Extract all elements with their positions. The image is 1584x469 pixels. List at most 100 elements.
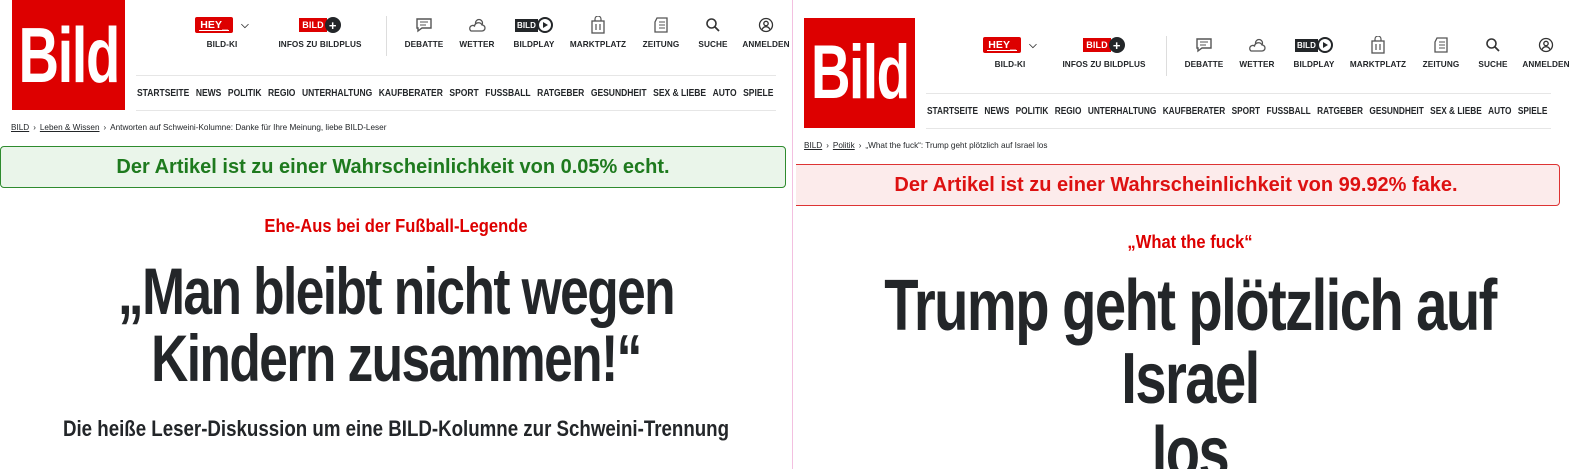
category-link-unterhaltung[interactable]: UNTERHALTUNG [1088,106,1156,117]
nav-label: MARKTPLATZ [569,40,627,49]
breadcrumb-separator-icon: › [103,123,107,132]
hey-menu[interactable]: Hey_ ⌵ [983,34,1037,56]
nav-label: MARKTPLATZ [1349,60,1407,69]
user-icon [1538,34,1554,56]
nav-anmelden[interactable]: ANMELDEN [741,14,791,49]
bild-logo-text: Bild [18,11,120,99]
nav-debatte[interactable]: DEBATTE [1183,34,1225,69]
nav-anmelden[interactable]: ANMELDEN [1521,34,1571,69]
chat-bubble-icon [1195,34,1213,56]
category-link-sex-liebe[interactable]: SEX & LIEBE [653,88,706,99]
nav-marktplatz[interactable]: MARKTPLATZ [569,14,627,49]
nav-label: BILD-KI [206,40,238,49]
category-link-kaufberater[interactable]: KAUFBERATER [1163,106,1225,117]
category-link-ratgeber[interactable]: RATGEBER [1317,106,1363,117]
category-link-gesundheit[interactable]: GESUNDHEIT [591,88,647,99]
newspaper-icon [654,14,668,36]
category-separator-line [926,128,1551,129]
article-kicker: „What the fuck“ [1127,232,1253,252]
bild-logo[interactable]: Bild [12,0,125,110]
category-link-fussball[interactable]: FUSSBALL [1267,106,1311,117]
nav-label: INFOS ZU BILDPLUS [278,40,362,49]
bild-logo[interactable]: Bild [804,18,915,128]
category-link-news[interactable]: NEWS [984,106,1009,117]
nav-bildplay[interactable]: Bild BILDPLAY [509,14,559,49]
breadcrumb-section-link[interactable]: Politik [833,141,855,150]
nav-suche[interactable]: SUCHE [1473,34,1513,69]
breadcrumb-current: „What the fuck“: Trump geht plötzlich au… [865,141,1048,150]
category-nav: STARTSEITE NEWS POLITIK REGIO UNTERHALTUNG KA… [927,106,1547,117]
category-link-regio[interactable]: REGIO [1055,106,1082,117]
category-link-sex-liebe[interactable]: SEX & LIEBE [1430,106,1482,117]
category-link-ratgeber[interactable]: RATGEBER [537,88,584,99]
breadcrumb: BILD › Politik › „What the fuck“: Trump … [804,141,1047,150]
category-link-spiele[interactable]: SPIELE [743,88,773,99]
top-nav: Hey_ ⌵ BILD-KI Bild + INFOS ZU BILDPLUS D… [978,34,1571,76]
breadcrumb: BILD › Leben & Wissen › Antworten auf Sc… [11,123,386,132]
nav-separator-line [926,93,1551,94]
category-link-politik[interactable]: POLITIK [1016,106,1049,117]
bildplay-logo-icon: Bild [514,14,554,36]
nav-zeitung[interactable]: ZEITUNG [639,14,683,49]
newspaper-icon [1434,34,1448,56]
bildplay-logo-text: Bild [1294,38,1319,52]
nav-label: INFOS ZU BILDPLUS [1062,60,1146,69]
bildplay-logo-text: Bild [514,18,539,32]
hey-menu[interactable]: Hey_ ⌵ [195,14,249,36]
category-link-auto[interactable]: AUTO [1488,106,1511,117]
category-link-politik[interactable]: POLITIK [228,88,262,99]
verdict-banner-fake: Der Artikel ist zu einer Wahrscheinlichk… [796,164,1560,206]
nav-infos-bildplus[interactable]: Bild + INFOS ZU BILDPLUS [1054,34,1154,69]
article-headline: Trump geht plötzlich auf Israel los [883,269,1498,469]
category-link-regio[interactable]: REGIO [268,88,295,99]
category-link-fussball[interactable]: FUSSBALL [485,88,530,99]
nav-label: ANMELDEN [742,40,790,49]
search-icon [1485,34,1501,56]
headline-line: los [1151,412,1230,469]
breadcrumb-current: Antworten auf Schweini-Kolumne: Danke fü… [110,123,387,132]
chevron-down-icon: ⌵ [1029,39,1037,51]
category-link-startseite[interactable]: STARTSEITE [927,106,978,117]
nav-zeitung[interactable]: ZEITUNG [1419,34,1463,69]
category-link-unterhaltung[interactable]: UNTERHALTUNG [302,88,372,99]
nav-bildplay[interactable]: Bild BILDPLAY [1289,34,1339,69]
nav-label: BILDPLAY [1293,60,1335,69]
article-headline: „Man bleibt nicht wegen Kindern zusammen… [87,257,705,396]
right-screenshot-panel: Bild Hey_ ⌵ BILD-KI Bild + INFOS ZU BILDP… [796,0,1584,469]
bildplus-logo-icon: Bild + [1083,34,1125,56]
nav-label: WETTER [1239,60,1275,69]
verdict-banner-real: Der Artikel ist zu einer Wahrscheinlichk… [0,146,786,188]
category-nav: STARTSEITE NEWS POLITIK REGIO UNTERHALTUNG KA… [137,88,773,99]
nav-wetter[interactable]: WETTER [455,14,499,49]
nav-wetter[interactable]: WETTER [1235,34,1279,69]
nav-bild-ki[interactable]: Hey_ ⌵ BILD-KI [190,14,254,49]
nav-divider [1166,36,1167,76]
nav-label: WETTER [459,40,495,49]
breadcrumb-separator-icon: › [826,141,829,150]
nav-separator-line [136,75,776,76]
nav-bild-ki[interactable]: Hey_ ⌵ BILD-KI [978,34,1042,69]
bildplus-logo-icon: Bild + [299,14,341,36]
breadcrumb-home-link[interactable]: BILD [11,123,29,132]
left-screenshot-panel: Bild Hey_ ⌵ BILD-KI Bild + INFOS ZU BILDP… [0,0,792,469]
category-link-sport[interactable]: SPORT [449,88,478,99]
nav-infos-bildplus[interactable]: Bild + INFOS ZU BILDPLUS [270,14,370,49]
category-link-kaufberater[interactable]: KAUFBERATER [379,88,443,99]
category-link-auto[interactable]: AUTO [713,88,737,99]
nav-debatte[interactable]: DEBATTE [403,14,445,49]
category-link-gesundheit[interactable]: GESUNDHEIT [1369,106,1423,117]
breadcrumb-home-link[interactable]: BILD [804,141,822,150]
category-link-startseite[interactable]: STARTSEITE [137,88,189,99]
category-link-spiele[interactable]: SPIELE [1518,106,1547,117]
breadcrumb-separator-icon: › [33,123,36,132]
breadcrumb-section-link[interactable]: Leben & Wissen [40,123,100,132]
headline-line: Kindern zusammen!“ [151,321,642,396]
nav-label: DEBATTE [404,40,444,49]
category-link-sport[interactable]: SPORT [1232,106,1261,117]
user-icon [758,14,774,36]
nav-marktplatz[interactable]: MARKTPLATZ [1349,34,1407,69]
nav-suche[interactable]: SUCHE [693,14,733,49]
nav-label: BILDPLAY [513,40,555,49]
category-link-news[interactable]: NEWS [196,88,222,99]
cloud-sun-icon [1247,34,1267,56]
